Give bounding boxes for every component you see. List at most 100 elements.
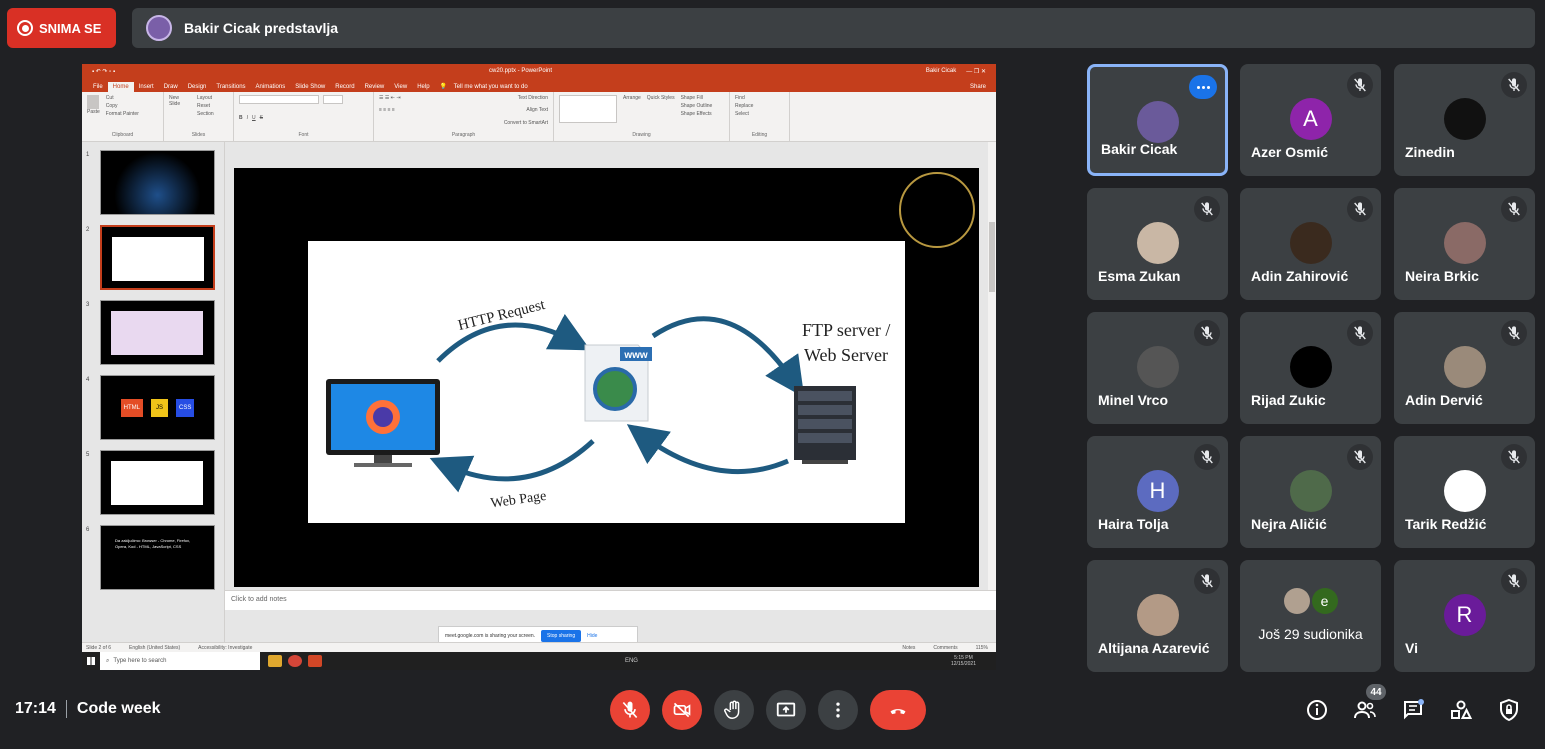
participant-tile[interactable]: Altijana Azarević — [1087, 560, 1228, 672]
windows-start-icon[interactable] — [82, 652, 100, 670]
mic-off-icon — [1201, 574, 1213, 588]
participant-tile[interactable]: Adin Zahirović — [1240, 188, 1381, 300]
people-button[interactable] — [1352, 697, 1378, 723]
share-button[interactable]: Share — [965, 82, 996, 92]
reset-button[interactable]: Reset — [197, 103, 214, 109]
ribbon: Paste Cut Copy Format Painter Clipboard … — [82, 92, 996, 142]
format-painter-button[interactable]: Format Painter — [106, 111, 139, 117]
tab-record[interactable]: Record — [330, 82, 359, 92]
shape-fill-button[interactable]: Shape Fill — [681, 95, 713, 101]
leave-call-button[interactable] — [870, 690, 926, 730]
notes-button[interactable]: Notes — [902, 645, 915, 651]
tab-transitions[interactable]: Transitions — [211, 82, 250, 92]
slide-scrollbar[interactable] — [988, 142, 996, 590]
select-button[interactable]: Select — [735, 111, 784, 117]
current-slide[interactable]: www HTTP Request Web Page FTP server / W… — [234, 168, 979, 587]
tab-home[interactable]: Home — [107, 82, 134, 92]
taskbar-search[interactable]: ⌕ Type here to search — [100, 652, 260, 670]
cut-button[interactable]: Cut — [106, 95, 139, 101]
meeting-details-button[interactable] — [1304, 697, 1330, 723]
tab-help[interactable]: Help — [412, 82, 434, 92]
powerpoint-icon[interactable] — [308, 655, 322, 667]
layout-button[interactable]: Layout — [197, 95, 214, 101]
arrange-button[interactable]: Arrange — [623, 95, 641, 123]
tab-animations[interactable]: Animations — [251, 82, 291, 92]
align-buttons[interactable]: ≡ ≡ ≡ ≡ — [379, 107, 395, 113]
present-screen-button[interactable] — [766, 690, 806, 730]
replace-button[interactable]: Replace — [735, 103, 784, 109]
arrow-request — [436, 313, 591, 363]
font-name-input[interactable] — [239, 95, 319, 104]
tab-file[interactable]: File — [88, 82, 108, 92]
convert-smartart-button[interactable]: Convert to SmartArt — [504, 120, 548, 126]
raise-hand-button[interactable] — [714, 690, 754, 730]
text-direction-button[interactable]: Text Direction — [518, 95, 548, 101]
ribbon-group-editing: Find Replace Select Editing — [730, 92, 790, 141]
thumbnail-5[interactable]: 5 — [86, 450, 218, 516]
tab-slide-show[interactable]: Slide Show — [290, 82, 330, 92]
mic-toggle-button[interactable] — [610, 690, 650, 730]
file-explorer-icon[interactable] — [268, 655, 282, 667]
thumbnail-2[interactable]: 2 — [86, 225, 218, 291]
people-icon — [1354, 701, 1376, 719]
participant-tile[interactable]: Bakir Cicak — [1087, 64, 1228, 176]
copy-button[interactable]: Copy — [106, 103, 139, 109]
shape-outline-button[interactable]: Shape Outline — [681, 103, 713, 109]
tab-review[interactable]: Review — [360, 82, 390, 92]
participant-tile[interactable]: Adin Dervić — [1394, 312, 1535, 424]
tell-me-input[interactable]: 💡 Tell me what you want to do — [435, 81, 538, 92]
camera-toggle-button[interactable] — [662, 690, 702, 730]
tab-insert[interactable]: Insert — [134, 82, 159, 92]
stop-sharing-button[interactable]: Stop sharing — [541, 630, 582, 642]
accessibility[interactable]: Accessibility: Investigate — [198, 645, 252, 651]
participant-tile[interactable]: Neira Brkic — [1394, 188, 1535, 300]
camera-off-icon — [673, 702, 691, 718]
font-format-buttons[interactable]: BIUS — [239, 115, 368, 121]
participant-tile[interactable]: Nejra Aličić — [1240, 436, 1381, 548]
zoom-level[interactable]: 115% — [976, 645, 996, 651]
align-text-button[interactable]: Align Text — [526, 107, 548, 113]
powerpoint-statusbar: Slide 2 of 6 English (United States) Acc… — [82, 642, 996, 652]
hide-notice-button[interactable]: Hide — [587, 633, 597, 639]
find-button[interactable]: Find — [735, 95, 784, 101]
more-options-button[interactable] — [818, 690, 858, 730]
paste-button[interactable]: Paste — [87, 95, 100, 117]
host-controls-button[interactable] — [1496, 697, 1522, 723]
shape-effects-button[interactable]: Shape Effects — [681, 111, 713, 117]
participant-tile[interactable]: Minel Vrco — [1087, 312, 1228, 424]
thumbnail-3[interactable]: 3 — [86, 300, 218, 366]
chat-button[interactable] — [1400, 697, 1426, 723]
new-slide-button[interactable]: New Slide — [169, 95, 191, 117]
taskbar-clock[interactable]: 5:15 PM 12/15/2021 — [951, 655, 996, 667]
participant-tile[interactable]: Esma Zukan — [1087, 188, 1228, 300]
participant-tile[interactable]: e Još 29 sudionika — [1240, 560, 1381, 672]
participant-tile[interactable]: Rijad Zukic — [1240, 312, 1381, 424]
taskbar-lang[interactable]: ENG — [625, 658, 648, 664]
participant-tile[interactable]: Tarik Redžić — [1394, 436, 1535, 548]
comments-button[interactable]: Comments — [933, 645, 957, 651]
thumbnail-6[interactable]: 6 Da zaključimo: Browser - Chrome, Firef… — [86, 525, 218, 591]
recording-badge[interactable]: SNIMA SE — [7, 8, 116, 48]
notes-pane[interactable]: Click to add notes — [225, 590, 996, 610]
tab-design[interactable]: Design — [183, 82, 212, 92]
tile-options-button[interactable] — [1189, 75, 1217, 99]
muted-indicator — [1194, 568, 1220, 594]
tab-view[interactable]: View — [389, 82, 412, 92]
participant-tile[interactable]: Zinedin — [1394, 64, 1535, 176]
list-buttons[interactable]: ☰ ☰ ⇤ ⇥ — [379, 95, 401, 101]
shapes-gallery[interactable] — [559, 95, 617, 123]
meeting-name[interactable]: Code week — [77, 700, 161, 718]
participant-tile[interactable]: R Vi — [1394, 560, 1535, 672]
tab-draw[interactable]: Draw — [159, 82, 183, 92]
section-button[interactable]: Section — [197, 111, 214, 117]
font-size-input[interactable] — [323, 95, 343, 104]
language[interactable]: English (United States) — [129, 645, 180, 651]
thumbnail-1[interactable]: 1 — [86, 150, 218, 216]
participant-tile[interactable]: H Haira Tolja — [1087, 436, 1228, 548]
chrome-icon[interactable] — [288, 655, 302, 667]
participant-tile[interactable]: A Azer Osmić — [1240, 64, 1381, 176]
slide6-text: Da zaključimo: Browser - Chrome, Firefox… — [115, 538, 191, 549]
activities-button[interactable] — [1448, 697, 1474, 723]
thumbnail-4[interactable]: 4 HTML JS CSS — [86, 375, 218, 441]
quick-styles-button[interactable]: Quick Styles — [647, 95, 675, 123]
